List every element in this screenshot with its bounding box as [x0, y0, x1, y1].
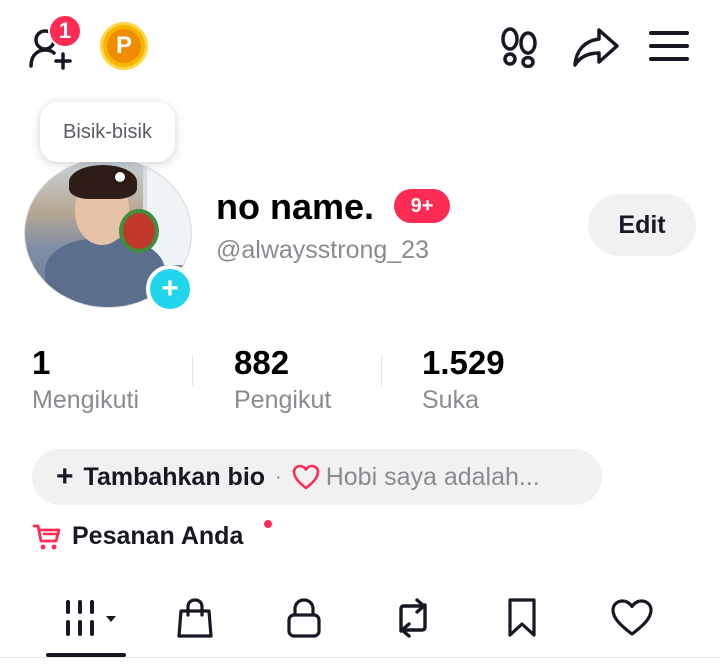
friend-requests-badge: 1	[48, 14, 82, 48]
coins-button[interactable]: P	[100, 22, 148, 70]
stat-following-label: Mengikuti	[32, 386, 139, 414]
share-profile-button[interactable]	[570, 24, 622, 70]
bio-hint: Hobi saya adalah...	[325, 462, 540, 491]
stat-followers-value: 882	[234, 344, 290, 381]
share-icon	[573, 28, 619, 67]
repost-icon	[399, 598, 427, 638]
tab-favorites[interactable]	[492, 596, 552, 640]
notification-badge[interactable]: 9+	[394, 189, 450, 223]
heart-icon	[611, 599, 653, 636]
orders-label: Pesanan Anda	[72, 522, 244, 550]
whisper-bubble-tail	[115, 172, 125, 182]
menu-icon	[649, 31, 689, 61]
tab-videos[interactable]	[62, 596, 122, 640]
stat-divider	[192, 356, 193, 386]
menu-button[interactable]	[646, 26, 692, 66]
add-bio-label: Tambahkan bio	[83, 462, 266, 491]
avatar-photo-sign	[119, 209, 159, 253]
heart-icon	[292, 464, 320, 490]
lock-icon	[287, 598, 321, 638]
add-bio-button[interactable]: + Tambahkan bio · Hobi saya adalah...	[32, 449, 602, 505]
stat-likes[interactable]: 1.529 Suka	[422, 344, 505, 415]
tabs-divider	[0, 657, 720, 658]
tab-private[interactable]	[274, 596, 334, 640]
whisper-bubble[interactable]: Bisik-bisik	[40, 102, 175, 162]
tab-shop[interactable]	[165, 596, 225, 640]
coins-icon: P	[107, 29, 141, 63]
profile-views-button[interactable]	[496, 24, 542, 70]
profile-handle: @alwaysstrong_23	[216, 236, 429, 264]
footprints-icon	[501, 27, 537, 68]
add-story-button[interactable]: +	[146, 265, 194, 313]
stat-following-value: 1	[32, 344, 51, 381]
stat-likes-label: Suka	[422, 386, 479, 414]
bookmark-icon	[508, 598, 536, 637]
tab-liked[interactable]	[602, 596, 662, 640]
avatar-photo-hair	[69, 165, 137, 199]
stat-followers-label: Pengikut	[234, 386, 332, 414]
stat-divider	[381, 356, 382, 386]
tab-reposts[interactable]	[383, 596, 443, 640]
shopping-bag-icon	[177, 598, 213, 638]
plus-icon: +	[56, 460, 74, 493]
edit-profile-button[interactable]: Edit	[588, 194, 696, 256]
cart-icon	[32, 524, 61, 549]
profile-name: no name.	[216, 186, 375, 227]
orders-notification-dot	[264, 520, 272, 528]
stat-following[interactable]: 1 Mengikuti	[32, 344, 139, 415]
stat-followers[interactable]: 882 Pengikut	[234, 344, 331, 415]
stat-likes-value: 1.529	[422, 344, 505, 381]
grid-icon	[66, 600, 116, 636]
bio-separator: ·	[275, 465, 282, 488]
orders-link[interactable]: Pesanan Anda	[32, 522, 243, 551]
